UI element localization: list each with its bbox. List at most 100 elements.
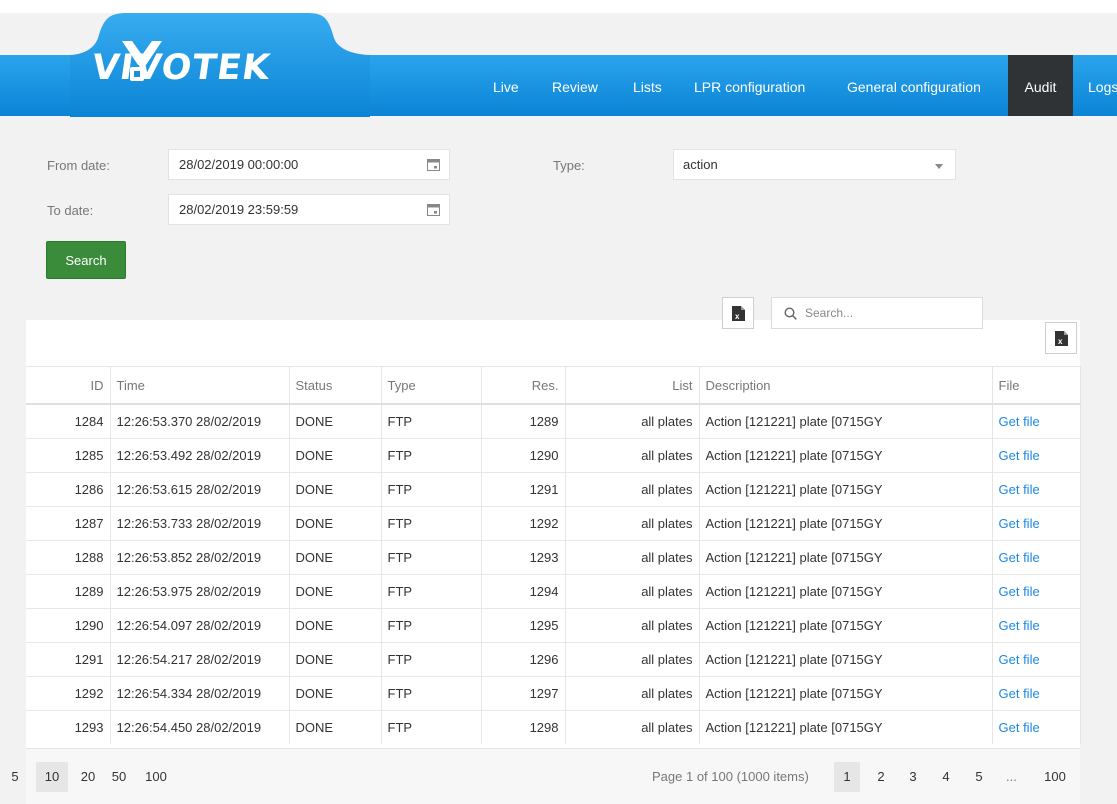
- nav-lpr-configuration[interactable]: LPR configuration: [694, 55, 805, 116]
- nav-general-configuration[interactable]: General configuration: [847, 55, 981, 116]
- table-row: 1293 12:26:54.450 28/02/2019 DONE FTP 12…: [26, 710, 1081, 744]
- page-size-20[interactable]: 20: [74, 762, 102, 792]
- nav-audit[interactable]: Audit: [1008, 55, 1073, 116]
- cell-id: 1293: [26, 710, 110, 744]
- page-4[interactable]: 4: [933, 762, 959, 792]
- nav-live[interactable]: Live: [493, 55, 519, 116]
- cell-time: 12:26:54.217 28/02/2019: [109, 642, 289, 677]
- cell-type: FTP: [380, 540, 481, 575]
- cell-status: DONE: [288, 403, 381, 439]
- table-row: 1292 12:26:54.334 28/02/2019 DONE FTP 12…: [26, 676, 1081, 711]
- cell-type: FTP: [380, 438, 481, 473]
- get-file-link[interactable]: Get file: [991, 506, 1081, 541]
- search-button[interactable]: Search: [46, 241, 126, 279]
- export-excel-button[interactable]: x: [722, 297, 754, 329]
- get-file-link[interactable]: Get file: [991, 642, 1081, 677]
- get-file-link[interactable]: Get file: [991, 710, 1081, 744]
- cell-list: all plates: [564, 608, 699, 643]
- excel-export-icon: x: [732, 306, 745, 321]
- col-header-status[interactable]: Status: [288, 366, 381, 405]
- page-2[interactable]: 2: [868, 762, 894, 792]
- page-info: Page 1 of 100 (1000 items): [652, 769, 809, 784]
- get-file-link[interactable]: Get file: [991, 438, 1081, 473]
- cell-id: 1284: [26, 403, 110, 439]
- cell-status: DONE: [288, 438, 381, 473]
- page-ellipsis: ...: [1006, 769, 1017, 784]
- table-search-box[interactable]: [771, 297, 983, 329]
- table-row: 1286 12:26:53.615 28/02/2019 DONE FTP 12…: [26, 472, 1081, 507]
- svg-text:x: x: [735, 312, 740, 321]
- get-file-link[interactable]: Get file: [991, 608, 1081, 643]
- cell-status: DONE: [288, 676, 381, 711]
- cell-res: 1298: [480, 710, 565, 744]
- cell-description: Action [121221] plate [0715GY: [698, 608, 992, 643]
- table-row: 1287 12:26:53.733 28/02/2019 DONE FTP 12…: [26, 506, 1081, 541]
- col-header-time[interactable]: Time: [109, 366, 289, 405]
- page-size-5[interactable]: 5: [0, 762, 30, 792]
- type-value: action: [683, 157, 718, 172]
- chevron-down-icon: [935, 164, 943, 169]
- page-3[interactable]: 3: [900, 762, 926, 792]
- nav-review[interactable]: Review: [552, 55, 598, 116]
- col-header-list[interactable]: List: [564, 366, 699, 405]
- search-input[interactable]: [805, 298, 975, 328]
- table-row: 1288 12:26:53.852 28/02/2019 DONE FTP 12…: [26, 540, 1081, 575]
- col-header-type[interactable]: Type: [380, 366, 481, 405]
- cell-list: all plates: [564, 438, 699, 473]
- nav-logs[interactable]: Logs: [1088, 55, 1117, 116]
- to-date-field[interactable]: 28/02/2019 23:59:59: [168, 194, 450, 225]
- table-row: 1289 12:26:53.975 28/02/2019 DONE FTP 12…: [26, 574, 1081, 609]
- table-row: 1290 12:26:54.097 28/02/2019 DONE FTP 12…: [26, 608, 1081, 643]
- table-header-row: ID Time Status Type Res. List Descriptio…: [26, 366, 1081, 405]
- cell-type: FTP: [380, 676, 481, 711]
- page-1[interactable]: 1: [834, 762, 860, 792]
- col-header-res[interactable]: Res.: [480, 366, 565, 405]
- type-label: Type:: [553, 158, 585, 173]
- cell-id: 1290: [26, 608, 110, 643]
- cell-status: DONE: [288, 710, 381, 744]
- get-file-link[interactable]: Get file: [991, 676, 1081, 711]
- cell-res: 1293: [480, 540, 565, 575]
- cell-status: DONE: [288, 540, 381, 575]
- page-last[interactable]: 100: [1038, 762, 1072, 792]
- get-file-link[interactable]: Get file: [991, 574, 1081, 609]
- col-header-description[interactable]: Description: [698, 366, 992, 405]
- cell-time: 12:26:53.615 28/02/2019: [109, 472, 289, 507]
- to-date-value: 28/02/2019 23:59:59: [179, 202, 299, 217]
- get-file-link[interactable]: Get file: [991, 540, 1081, 575]
- table-row: 1285 12:26:53.492 28/02/2019 DONE FTP 12…: [26, 438, 1081, 473]
- page-size-50[interactable]: 50: [105, 762, 133, 792]
- cell-description: Action [121221] plate [0715GY: [698, 710, 992, 744]
- cell-description: Action [121221] plate [0715GY: [698, 506, 992, 541]
- cell-time: 12:26:53.370 28/02/2019: [109, 403, 289, 439]
- cell-list: all plates: [564, 574, 699, 609]
- cell-status: DONE: [288, 574, 381, 609]
- export-excel-button-2[interactable]: x: [1045, 322, 1077, 354]
- svg-text:x: x: [1058, 337, 1063, 346]
- cell-id: 1285: [26, 438, 110, 473]
- type-select[interactable]: action: [673, 149, 956, 180]
- from-date-field[interactable]: 28/02/2019 00:00:00: [168, 149, 450, 180]
- nav-lists[interactable]: Lists: [633, 55, 662, 116]
- cell-status: DONE: [288, 642, 381, 677]
- page-5[interactable]: 5: [966, 762, 992, 792]
- cell-id: 1287: [26, 506, 110, 541]
- cell-res: 1292: [480, 506, 565, 541]
- page-size-100[interactable]: 100: [138, 762, 174, 792]
- cell-time: 12:26:54.334 28/02/2019: [109, 676, 289, 711]
- col-header-id[interactable]: ID: [26, 366, 110, 405]
- cell-res: 1294: [480, 574, 565, 609]
- page-size-10[interactable]: 10: [36, 762, 68, 792]
- col-header-file[interactable]: File: [991, 366, 1081, 405]
- cell-description: Action [121221] plate [0715GY: [698, 676, 992, 711]
- magnifier-icon: [784, 307, 797, 320]
- cell-res: 1297: [480, 676, 565, 711]
- cell-type: FTP: [380, 403, 481, 439]
- calendar-icon[interactable]: [427, 158, 440, 171]
- calendar-icon[interactable]: [427, 203, 440, 216]
- get-file-link[interactable]: Get file: [991, 472, 1081, 507]
- get-file-link[interactable]: Get file: [991, 403, 1081, 439]
- cell-time: 12:26:54.450 28/02/2019: [109, 710, 289, 744]
- cell-time: 12:26:53.733 28/02/2019: [109, 506, 289, 541]
- cell-list: all plates: [564, 710, 699, 744]
